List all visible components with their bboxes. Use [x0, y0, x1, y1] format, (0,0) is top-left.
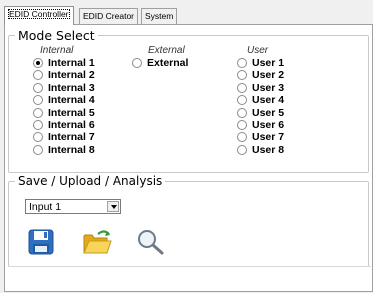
radio-button-icon[interactable]	[33, 107, 43, 118]
user-radio-2[interactable]: User 2	[237, 69, 284, 81]
radio-button-icon[interactable]	[33, 132, 43, 143]
open-folder-icon	[83, 230, 112, 254]
tab-label: EDID Controller	[8, 9, 70, 19]
user-radio-label: User 7	[252, 131, 285, 144]
analyze-button[interactable]	[135, 228, 164, 256]
open-button[interactable]	[82, 228, 112, 256]
radio-button-icon[interactable]	[132, 58, 142, 68]
internal-radio-label: Internal 6	[48, 119, 95, 131]
radio-button-icon[interactable]	[237, 95, 247, 106]
user-radio-label: User 1	[252, 57, 285, 69]
user-radio-1[interactable]: User 1	[237, 57, 284, 69]
tab-label: EDID Creator	[83, 11, 135, 21]
radio-button-icon[interactable]	[237, 132, 247, 143]
internal-header: Internal	[40, 45, 74, 56]
tab-edid-controller[interactable]: EDID Controller	[4, 6, 74, 25]
radio-button-icon[interactable]	[33, 82, 43, 93]
user-radio-5[interactable]: User 5	[237, 107, 284, 119]
internal-radio-label: Internal 2	[48, 69, 95, 82]
chevron-down-icon[interactable]	[107, 201, 119, 212]
internal-radio-7[interactable]: Internal 7	[33, 131, 95, 143]
user-radio-label: User 3	[252, 81, 285, 94]
save-upload-title: Save / Upload / Analysis	[15, 174, 166, 188]
edid-window: EDID Controller EDID Creator System Mode…	[0, 0, 373, 293]
mode-select-title: Mode Select	[15, 28, 98, 43]
external-header: External	[148, 45, 185, 56]
internal-radio-label: Internal 1	[48, 57, 95, 69]
internal-radio-label: Internal 5	[48, 106, 95, 119]
divider	[8, 266, 371, 267]
user-radio-3[interactable]: User 3	[237, 82, 284, 94]
external-radio-label: External	[147, 57, 189, 69]
internal-radio-1[interactable]: Internal 1	[33, 57, 95, 69]
magnifier-icon	[138, 230, 164, 255]
radio-button-icon[interactable]	[237, 82, 247, 93]
floppy-disk-icon	[28, 229, 54, 255]
radio-button-icon[interactable]	[237, 120, 247, 130]
radio-button-icon[interactable]	[237, 58, 247, 68]
internal-radio-label: Internal 7	[48, 131, 95, 144]
internal-radio-3[interactable]: Internal 3	[33, 82, 95, 94]
radio-button-icon[interactable]	[33, 95, 43, 106]
internal-radio-2[interactable]: Internal 2	[33, 69, 95, 81]
user-radio-label: User 6	[252, 119, 285, 131]
radio-button-icon[interactable]	[237, 70, 247, 81]
radio-button-icon[interactable]	[33, 70, 43, 81]
save-upload-group: Save / Upload / Analysis	[8, 174, 369, 267]
internal-radio-4[interactable]: Internal 4	[33, 94, 95, 106]
internal-radio-5[interactable]: Internal 5	[33, 107, 95, 119]
internal-radio-6[interactable]: Internal 6	[33, 119, 95, 131]
radio-button-icon[interactable]	[33, 58, 43, 68]
internal-radio-8[interactable]: Internal 8	[33, 144, 95, 156]
radio-button-icon[interactable]	[33, 144, 43, 155]
user-radio-7[interactable]: User 7	[237, 131, 284, 143]
radio-button-icon[interactable]	[33, 120, 43, 130]
internal-radio-label: Internal 4	[48, 94, 95, 107]
tab-edid-creator[interactable]: EDID Creator	[79, 8, 139, 24]
internal-radio-label: Internal 3	[48, 81, 95, 94]
user-radio-label: User 2	[252, 69, 285, 82]
radio-button-icon[interactable]	[237, 107, 247, 118]
save-button[interactable]	[27, 228, 55, 256]
user-radio-8[interactable]: User 8	[237, 144, 284, 156]
user-radio-label: User 8	[252, 143, 285, 156]
tab-label: System	[145, 11, 174, 21]
input-select[interactable]: Input 1	[25, 199, 121, 214]
user-radio-4[interactable]: User 4	[237, 94, 284, 106]
tab-system[interactable]: System	[141, 8, 178, 24]
radio-button-icon[interactable]	[237, 144, 247, 155]
internal-radio-label: Internal 8	[48, 143, 95, 156]
external-radio-1[interactable]: External	[132, 57, 188, 69]
user-radio-label: User 4	[252, 94, 285, 107]
input-select-value: Input 1	[29, 201, 62, 213]
user-radio-label: User 5	[252, 106, 285, 119]
user-radio-6[interactable]: User 6	[237, 119, 284, 131]
user-header: User	[247, 45, 269, 56]
